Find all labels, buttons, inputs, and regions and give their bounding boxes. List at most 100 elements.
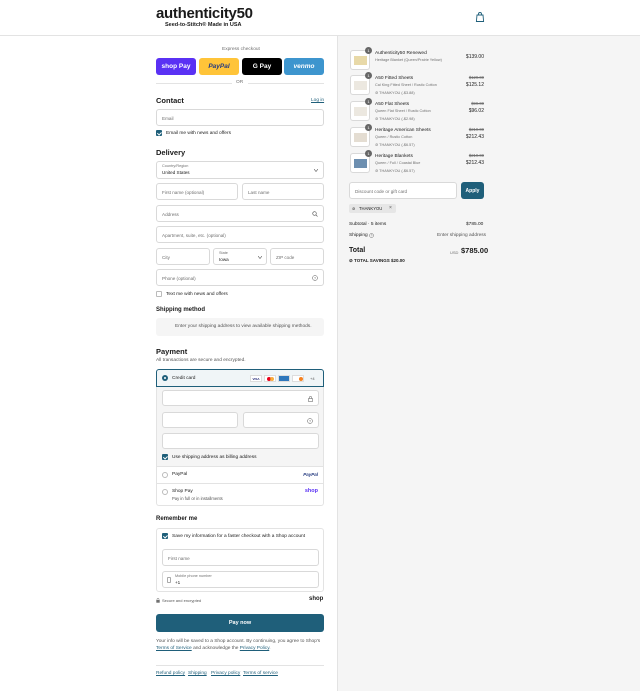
- item-name: Heritage Blankets: [375, 154, 413, 159]
- chevron-down-icon: [258, 256, 262, 259]
- shop-privacy-link[interactable]: Privacy Policy: [240, 646, 270, 651]
- save-info-checkbox[interactable]: [162, 533, 168, 539]
- paypal-option[interactable]: PayPal PayPal: [156, 467, 324, 484]
- city-placeholder: City: [162, 255, 170, 260]
- lock-icon: [308, 396, 313, 402]
- savings-value: $20.00: [390, 258, 405, 263]
- item-discount: ⊘ THANKYOU (-$3.88): [375, 90, 415, 95]
- billing-checkbox[interactable]: [162, 454, 168, 460]
- tagline: Seed-to-Stitch® Made in USA: [165, 22, 242, 28]
- state-select[interactable]: State Iowa: [213, 248, 267, 265]
- terms-of-service-link[interactable]: Terms of service: [243, 671, 278, 676]
- last-name-field[interactable]: Last name: [242, 183, 324, 200]
- text-news-label: Text me with news and offers: [166, 292, 228, 297]
- delivery-title: Delivery: [156, 148, 186, 157]
- apply-button[interactable]: Apply: [461, 182, 484, 199]
- save-info-label: Save my information for a faster checkou…: [172, 534, 306, 539]
- email-field[interactable]: Email: [156, 109, 324, 126]
- item-name: A50 Fitted Sheets: [375, 76, 414, 81]
- address-field[interactable]: Address: [156, 205, 324, 222]
- visa-icon: VISA: [250, 375, 262, 382]
- help-icon[interactable]: ?: [369, 233, 374, 238]
- mobile-phone-field[interactable]: Mobile phone number +1: [162, 571, 319, 588]
- quantity-badge: 1: [365, 124, 372, 131]
- total-savings: ⊘ TOTAL SAVINGS $20.00: [349, 258, 405, 264]
- country-value: United States: [162, 170, 190, 175]
- item-original-price: $99.00: [471, 101, 484, 106]
- total-label: Total: [349, 247, 366, 254]
- subtotal-value: $785.00: [466, 222, 484, 227]
- news-checkbox[interactable]: [156, 130, 162, 136]
- refund-policy-link[interactable]: Refund policy: [156, 671, 185, 676]
- shop-pay-sublabel: Pay in full or in installments: [172, 496, 223, 501]
- item-original-price: $219.00: [468, 127, 484, 132]
- phone-field[interactable]: Phone (optional) ?: [156, 269, 324, 286]
- shop-pay-option[interactable]: Shop Pay Pay in full or in installments …: [156, 484, 324, 506]
- login-link[interactable]: Log in: [311, 98, 324, 103]
- item-discount-text: THANKYOU (-$3.88): [379, 91, 415, 95]
- contact-title: Contact: [156, 96, 184, 105]
- remember-me-title: Remember me: [156, 516, 198, 522]
- apply-label: Apply: [465, 187, 480, 194]
- first-name-placeholder: First name (optional): [162, 190, 205, 195]
- discount-code-field[interactable]: Discount code or gift card: [349, 182, 457, 199]
- more-cards-count: +4: [310, 376, 315, 381]
- pay-now-button[interactable]: Pay now: [156, 614, 324, 632]
- paypal-radio[interactable]: [162, 472, 168, 478]
- item-variant: Queen / Rustic Cotton: [375, 135, 413, 139]
- remember-me-panel: Save my information for a faster checkou…: [156, 528, 324, 592]
- shopping-bag-icon[interactable]: [474, 11, 486, 23]
- zip-field[interactable]: ZIP code: [270, 248, 324, 265]
- item-discount: ⊘ THANKYOU (-$2.98): [375, 116, 415, 121]
- shop-terms-link[interactable]: Terms of Service: [156, 646, 192, 651]
- card-number-field[interactable]: [162, 390, 319, 406]
- privacy-policy-link[interactable]: Privacy policy: [211, 671, 240, 676]
- state-label: State: [219, 251, 228, 255]
- credit-card-label: Credit card: [172, 376, 196, 381]
- order-item: 1 A50 Flat Sheets Queen Flat Sheet / Rus…: [350, 98, 484, 123]
- help-icon[interactable]: ?: [307, 418, 313, 424]
- secure-text: Secure and encrypted: [162, 598, 202, 603]
- credit-card-option[interactable]: Credit card VISA +4: [156, 369, 324, 387]
- order-item: 1 Heritage Blankets Queen / Full / Coast…: [350, 150, 484, 175]
- order-item: 1 A50 Fitted Sheets Cal King Fitted Shee…: [350, 72, 484, 97]
- divider-right: [248, 83, 324, 84]
- shipping-link[interactable]: Shipping: [188, 671, 207, 676]
- shop-pay-button[interactable]: shop Pay: [156, 58, 196, 75]
- help-icon[interactable]: ?: [312, 275, 318, 281]
- or-divider: OR: [236, 80, 244, 85]
- savings-label: TOTAL SAVINGS: [354, 258, 390, 263]
- credit-card-radio[interactable]: [162, 375, 168, 381]
- news-label: Email me with news and offers: [166, 131, 231, 136]
- lock-icon: [156, 598, 160, 603]
- country-select[interactable]: Country/Region United States: [156, 161, 324, 179]
- security-code-field[interactable]: ?: [243, 412, 319, 428]
- name-on-card-field[interactable]: [162, 433, 319, 449]
- search-icon: [312, 211, 318, 217]
- quantity-badge: 1: [365, 72, 372, 79]
- first-name-field[interactable]: First name (optional): [156, 183, 238, 200]
- apartment-field[interactable]: Apartment, suite, etc. (optional): [156, 226, 324, 243]
- card-fields-panel: ? Use shipping address as billing addres…: [156, 387, 324, 467]
- remove-code-icon[interactable]: ×: [389, 205, 392, 211]
- item-variant: Queen / Full / Coastal Blue: [375, 161, 421, 165]
- google-pay-button[interactable]: G Pay: [242, 58, 282, 75]
- item-discount-text: THANKYOU (-$6.57): [379, 143, 415, 147]
- phone-placeholder: Phone (optional): [162, 276, 196, 281]
- city-field[interactable]: City: [156, 248, 210, 265]
- venmo-button[interactable]: venmo: [284, 58, 324, 75]
- paypal-button[interactable]: PayPal: [199, 58, 239, 75]
- legal-line1: Your info will be saved to a Shop accoun…: [156, 639, 321, 644]
- remember-first-name-field[interactable]: First name: [162, 549, 319, 566]
- text-news-checkbox[interactable]: [156, 291, 162, 297]
- svg-text:?: ?: [371, 234, 373, 238]
- shop-pay-radio[interactable]: [162, 489, 168, 495]
- logo[interactable]: authenticity50: [156, 5, 253, 22]
- shipping-method-box: Enter your shipping address to view avai…: [156, 318, 324, 336]
- item-variant: Heritage Blanket (Queen/Prairie Yellow): [375, 58, 442, 62]
- item-discount-text: THANKYOU (-$6.57): [379, 169, 415, 173]
- expiration-field[interactable]: [162, 412, 238, 428]
- quantity-badge: 1: [365, 47, 372, 54]
- item-discount: ⊘ THANKYOU (-$6.57): [375, 142, 415, 147]
- order-item: 1 Authenticity50 Renewed Heritage Blanke…: [350, 47, 484, 72]
